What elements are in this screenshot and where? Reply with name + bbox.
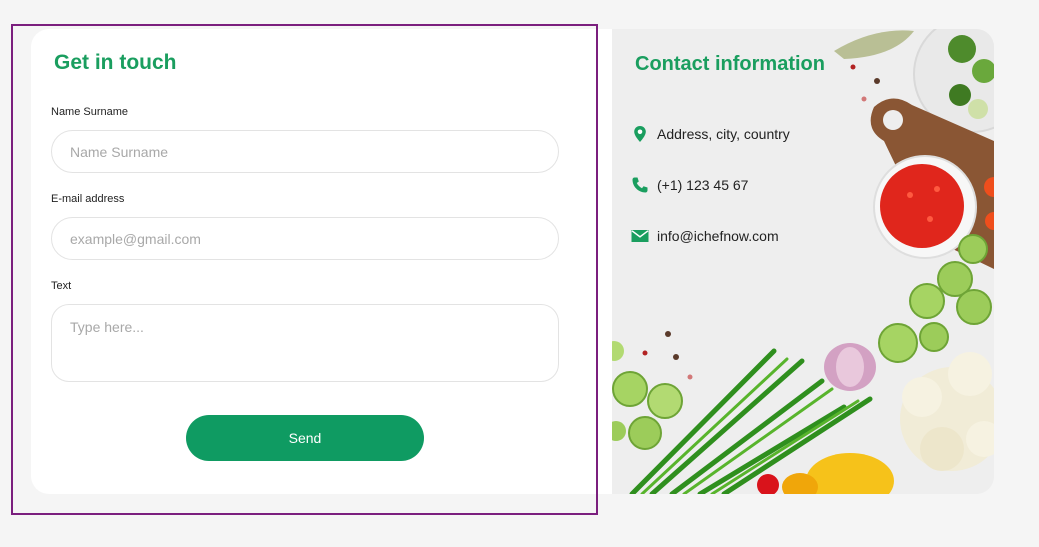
location-pin-icon xyxy=(631,125,649,143)
name-input[interactable] xyxy=(51,130,559,173)
message-textarea[interactable] xyxy=(51,304,559,382)
email-input[interactable] xyxy=(51,217,559,260)
name-label: Name Surname xyxy=(51,106,129,118)
contact-address: Address, city, country xyxy=(657,126,790,142)
contact-email[interactable]: info@ichefnow.com xyxy=(657,228,779,244)
contact-title: Contact information xyxy=(635,53,825,75)
email-label: E-mail address xyxy=(51,193,125,205)
envelope-icon xyxy=(631,227,649,245)
contact-form-card: Get in touch Name Surname E-mail address… xyxy=(31,29,612,494)
contact-email-row: info@ichefnow.com xyxy=(631,227,779,245)
phone-icon xyxy=(631,176,649,194)
text-label: Text xyxy=(51,280,72,292)
contact-phone-row: (+1) 123 45 67 xyxy=(631,176,748,194)
vegetables-background-image xyxy=(612,29,994,494)
contact-info-panel: Contact information Address, city, count… xyxy=(612,29,994,494)
form-title: Get in touch xyxy=(54,51,177,74)
contact-phone[interactable]: (+1) 123 45 67 xyxy=(657,177,748,193)
contact-address-row: Address, city, country xyxy=(631,125,790,143)
send-button[interactable]: Send xyxy=(186,415,424,461)
